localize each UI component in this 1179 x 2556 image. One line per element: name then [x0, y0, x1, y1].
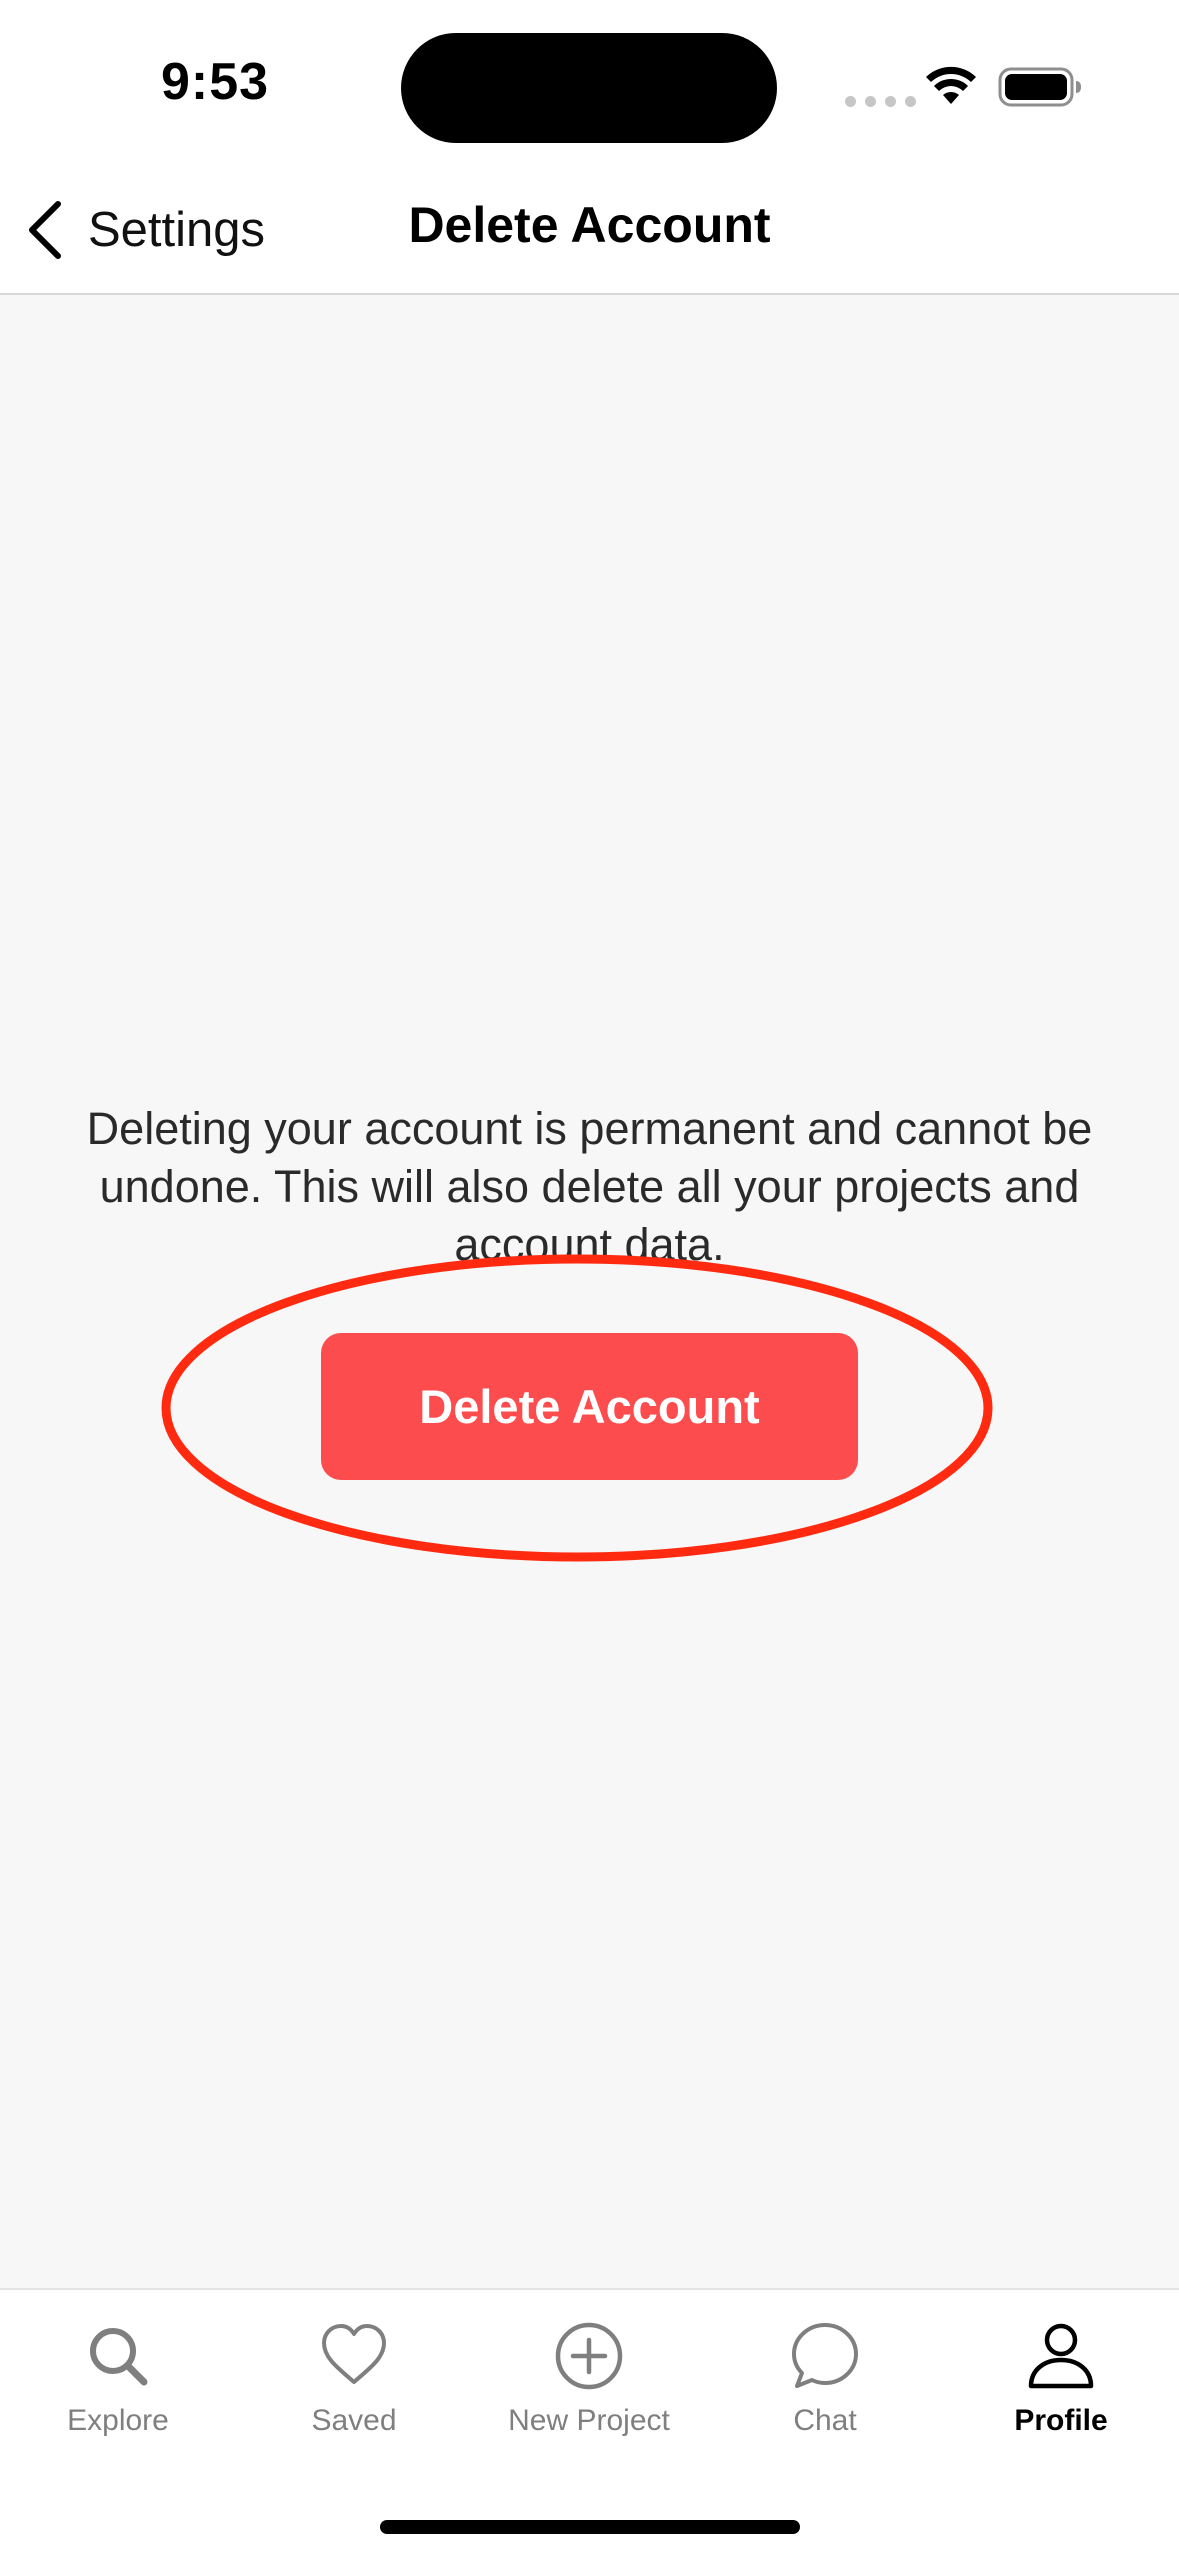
plus-circle-icon [555, 2322, 623, 2390]
content-area: Deleting your account is permanent and c… [0, 295, 1179, 2288]
wifi-icon [926, 66, 976, 104]
search-icon [90, 2328, 148, 2386]
page-title: Delete Account [408, 197, 771, 253]
tab-saved-label: Saved [311, 2404, 397, 2437]
battery-icon [998, 67, 1081, 107]
chat-bubble-icon [792, 2323, 858, 2388]
heart-icon [322, 2324, 386, 2384]
dynamic-island [401, 33, 777, 143]
status-bar: 9:53 [0, 0, 1179, 170]
tab-explore-label: Explore [67, 2404, 169, 2437]
status-time: 9:53 [160, 53, 270, 111]
tab-new-project[interactable]: New Project [471, 2320, 707, 2470]
screen: 9:53 Settings Delete Account Deleting yo… [0, 0, 1179, 2556]
navigation-bar: Settings Delete Account [0, 170, 1179, 295]
tab-chat-label: Chat [793, 2404, 857, 2437]
delete-warning-text: Deleting your account is permanent and c… [86, 1103, 1093, 1270]
cellular-signal-icon [845, 96, 916, 107]
tab-chat[interactable]: Chat [707, 2320, 943, 2470]
tab-explore[interactable]: Explore [0, 2320, 236, 2470]
tab-new-project-label: New Project [508, 2404, 670, 2437]
person-icon [1028, 2323, 1094, 2389]
tab-profile[interactable]: Profile [943, 2320, 1179, 2470]
delete-account-button[interactable]: Delete Account [321, 1333, 858, 1480]
tab-saved[interactable]: Saved [236, 2320, 472, 2470]
home-indicator[interactable] [380, 2520, 800, 2534]
tab-bar: Explore Saved New Project Chat Profile [0, 2288, 1179, 2556]
tab-profile-label: Profile [1014, 2404, 1108, 2437]
